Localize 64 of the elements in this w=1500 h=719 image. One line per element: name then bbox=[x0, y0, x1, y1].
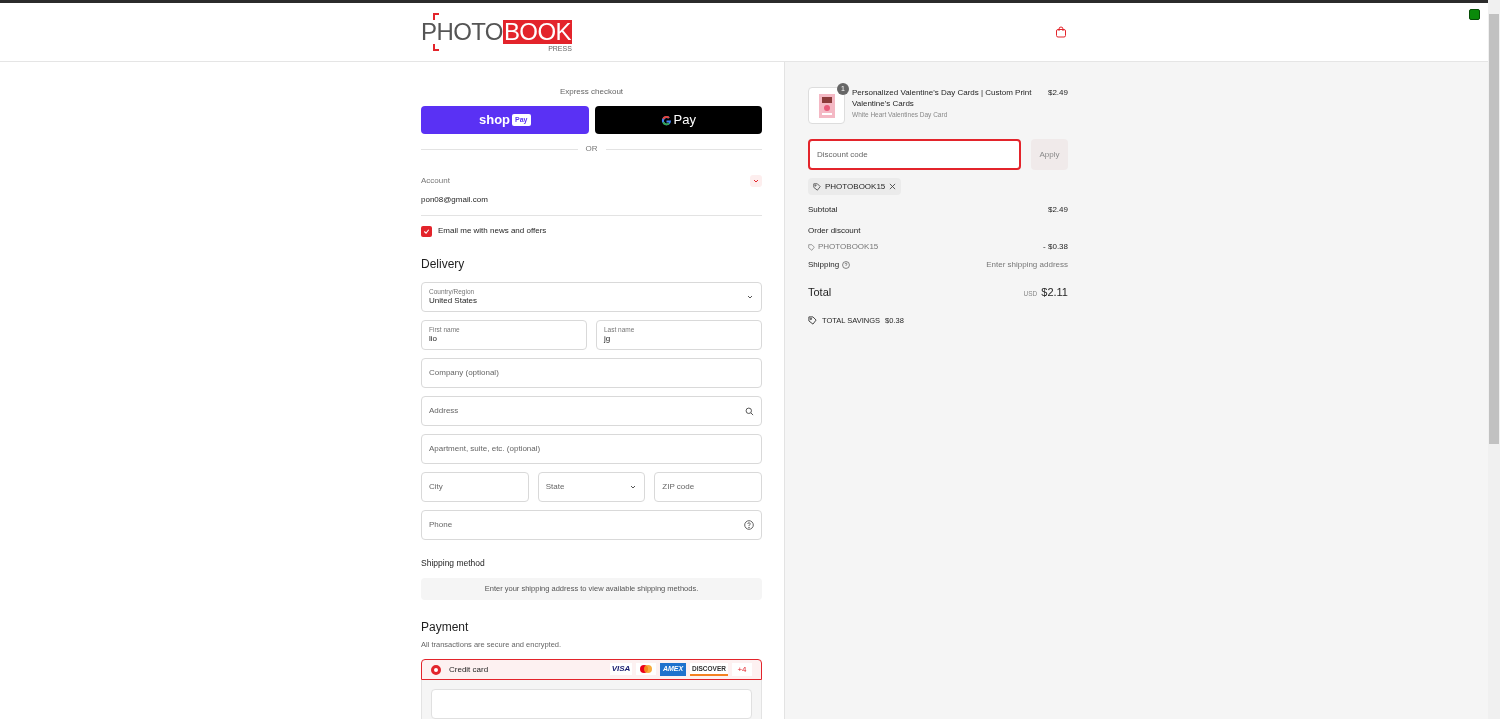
option-label: Credit card bbox=[449, 663, 490, 676]
card-logo bbox=[636, 663, 656, 676]
summary-value: $2.49 bbox=[1047, 204, 1068, 216]
field-placeholder: Apartment, suite, etc. (optional) bbox=[429, 443, 541, 455]
divider-label: OR bbox=[585, 143, 598, 155]
chevron-down-icon[interactable] bbox=[750, 175, 762, 187]
google-icon bbox=[660, 114, 672, 126]
field-value: United States bbox=[429, 296, 478, 307]
card-number-field[interactable] bbox=[431, 689, 752, 719]
help-icon[interactable] bbox=[842, 261, 851, 269]
more-cards-badge: +4 bbox=[732, 663, 752, 677]
field-placeholder: City bbox=[429, 481, 443, 493]
section-heading: Delivery bbox=[421, 256, 466, 273]
product-price: $2.49 bbox=[1047, 87, 1068, 99]
chevron-down-icon bbox=[629, 483, 638, 491]
account-label: Account bbox=[421, 175, 451, 187]
radio-button[interactable] bbox=[431, 664, 441, 675]
input-field[interactable]: Apartment, suite, etc. (optional) bbox=[421, 434, 762, 464]
section-heading: Shipping method bbox=[421, 557, 486, 570]
scrollbar-thumb[interactable] bbox=[1489, 14, 1499, 444]
chevron-down-icon bbox=[746, 293, 754, 301]
summary-value: - $0.38 bbox=[1043, 241, 1068, 253]
field-placeholder: State bbox=[545, 481, 565, 493]
status-indicator bbox=[1469, 9, 1480, 20]
summary-label: Shipping bbox=[808, 259, 840, 271]
summary-label: Subtotal bbox=[808, 204, 838, 216]
input-field[interactable]: ZIP code bbox=[654, 472, 762, 502]
tag-icon bbox=[808, 243, 815, 251]
card-logo: VISA bbox=[610, 663, 632, 676]
product-title: Personalized Valentine's Day Cards | Custom Print Valentine's Cards bbox=[852, 87, 1033, 109]
select-field[interactable]: State bbox=[537, 472, 646, 502]
field-value: jg bbox=[604, 334, 612, 345]
section-heading: Express checkout bbox=[558, 86, 625, 98]
field-placeholder: Phone bbox=[429, 519, 453, 531]
summary-label: Order discount bbox=[808, 225, 862, 237]
field-value: lio bbox=[429, 334, 438, 345]
total-value: $2.11 bbox=[1041, 285, 1068, 300]
section-heading: Payment bbox=[421, 619, 470, 636]
input-field[interactable]: Phone bbox=[421, 510, 762, 540]
total-label: Total bbox=[808, 285, 832, 300]
logo-text: PHOTO bbox=[421, 12, 503, 51]
scrollbar[interactable] bbox=[1488, 0, 1500, 719]
checkmark-icon bbox=[423, 227, 430, 235]
checkbox-label: Email me with news and offers bbox=[438, 225, 547, 237]
input-field[interactable]: Address bbox=[421, 396, 762, 426]
google-pay-button[interactable]: Pay bbox=[594, 106, 762, 134]
discount-field[interactable]: Discount code bbox=[808, 139, 1021, 170]
logo-text: BOOK bbox=[502, 19, 572, 44]
account-email: pon08@gmail.com bbox=[421, 194, 488, 206]
field-placeholder: ZIP code bbox=[662, 481, 695, 493]
tag-icon bbox=[813, 182, 821, 191]
field-placeholder: Address bbox=[429, 405, 459, 417]
help-icon[interactable] bbox=[744, 520, 754, 530]
field-placeholder: Company (optional) bbox=[429, 367, 499, 379]
shopping-bag-icon[interactable] bbox=[1055, 26, 1067, 38]
discount-code: PHOTOBOOK15 bbox=[818, 241, 879, 253]
input-field[interactable]: Company (optional) bbox=[421, 358, 762, 388]
input-field[interactable]: City bbox=[421, 472, 529, 502]
tag-icon bbox=[808, 315, 817, 325]
checkbox[interactable] bbox=[421, 225, 432, 237]
search-icon bbox=[745, 406, 754, 416]
summary-value: Enter shipping address bbox=[986, 259, 1068, 271]
close-icon[interactable] bbox=[889, 183, 897, 190]
discount-code: PHOTOBOOK15 bbox=[825, 180, 886, 193]
